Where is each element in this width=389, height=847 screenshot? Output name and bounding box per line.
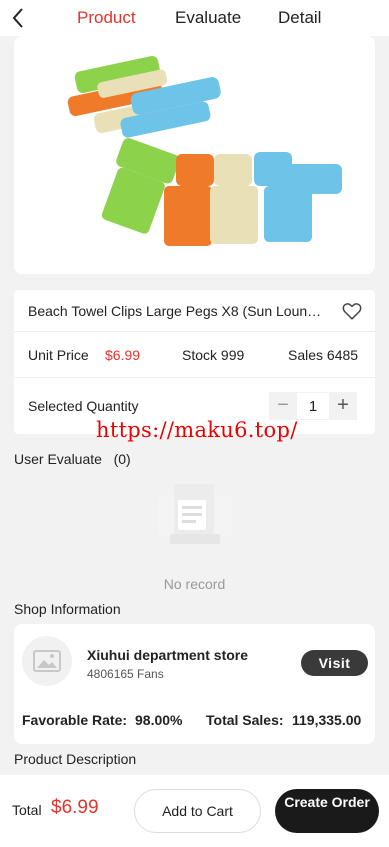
favorable-rate-label: Favorable Rate: — [22, 712, 128, 728]
tab-evaluate[interactable]: Evaluate — [175, 8, 241, 28]
empty-document-icon — [152, 478, 238, 550]
shop-information-heading: Shop Information — [14, 601, 121, 617]
watermark-url: https://maku6.top/ — [96, 418, 298, 442]
bottom-action-bar: Total $6.99 Add to Cart Create Order — [0, 775, 389, 847]
user-evaluate-heading: User Evaluate (0) — [14, 451, 131, 467]
tab-detail[interactable]: Detail — [278, 8, 321, 28]
product-title: Beach Towel Clips Large Pegs X8 (Sun Lou… — [28, 303, 328, 319]
chevron-left-icon[interactable] — [8, 6, 30, 30]
total-label: Total — [12, 802, 42, 818]
product-info-card: Beach Towel Clips Large Pegs X8 (Sun Lou… — [14, 290, 375, 434]
total-sales-value: 119,335.00 — [292, 712, 362, 728]
increment-button[interactable]: + — [329, 392, 357, 420]
user-evaluate-title: User Evaluate — [14, 451, 102, 467]
shop-avatar-icon — [22, 636, 72, 686]
product-description-heading: Product Description — [14, 751, 137, 767]
no-record-text: No record — [163, 576, 226, 592]
shop-name: Xiuhui department store — [87, 647, 249, 663]
quantity-label: Selected Quantity — [28, 398, 139, 414]
sales-text: Sales 6485 — [288, 347, 359, 363]
visit-button[interactable]: Visit — [301, 650, 368, 676]
tab-product[interactable]: Product — [77, 8, 136, 28]
price-row: Unit Price $6.99 Stock 999 Sales 6485 — [14, 332, 375, 378]
decrement-button[interactable]: − — [269, 392, 297, 420]
shop-card: Xiuhui department store 4806165 Fans Vis… — [14, 624, 375, 744]
unit-price-label: Unit Price — [28, 347, 89, 363]
favorable-rate-value: 98.00% — [135, 712, 183, 728]
quantity-stepper: − 1 + — [269, 392, 361, 420]
heart-outline-icon[interactable] — [341, 300, 363, 322]
stock-text: Stock 999 — [182, 347, 245, 363]
unit-price-value: $6.99 — [105, 347, 141, 363]
product-title-row: Beach Towel Clips Large Pegs X8 (Sun Lou… — [14, 290, 375, 332]
evaluate-count: (0) — [113, 451, 131, 467]
add-to-cart-button[interactable]: Add to Cart — [134, 789, 261, 833]
total-value: $6.99 — [51, 797, 99, 818]
quantity-value[interactable]: 1 — [297, 392, 329, 420]
top-nav: Product Evaluate Detail — [0, 0, 389, 36]
total-sales-label: Total Sales: — [206, 712, 284, 728]
product-image — [14, 36, 375, 274]
create-order-button[interactable]: Create Order — [275, 789, 379, 833]
shop-fans: 4806165 Fans — [87, 667, 164, 681]
